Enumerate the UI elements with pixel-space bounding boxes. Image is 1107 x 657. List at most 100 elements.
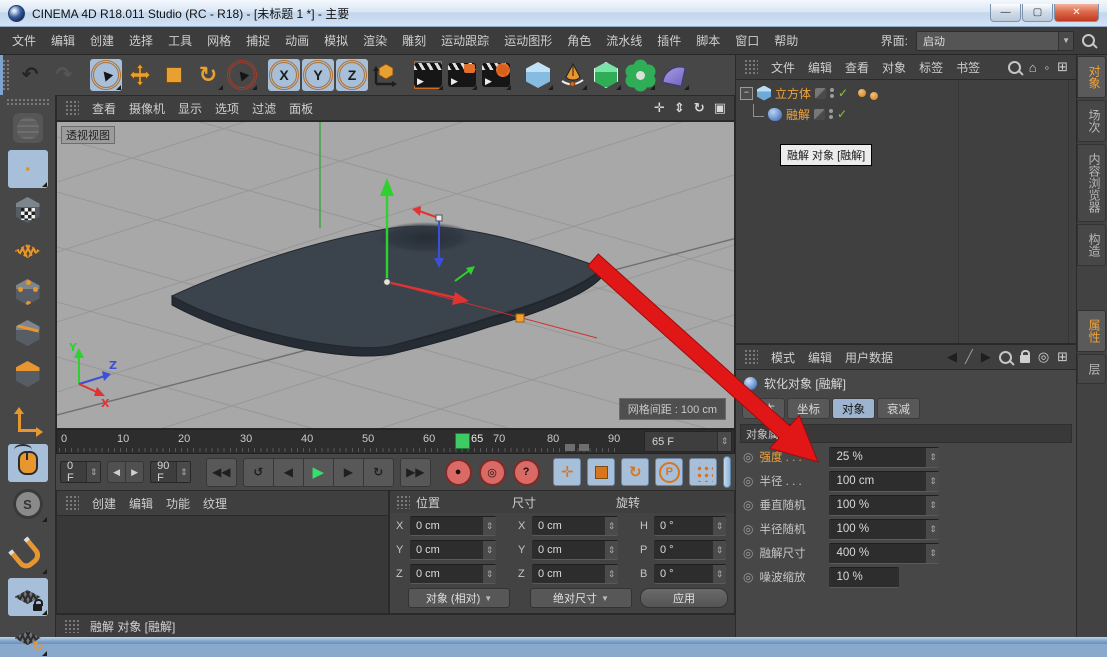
scale-tool[interactable]	[158, 59, 190, 91]
next-frame-button[interactable]: ▶	[333, 458, 363, 487]
menubar-item[interactable]: 雕刻	[402, 32, 426, 49]
enabled-check-icon[interactable]: ✓	[838, 86, 848, 100]
search-icon[interactable]	[1082, 34, 1095, 47]
attribute-menu-item[interactable]: 用户数据	[845, 349, 893, 366]
position-mode-dropdown[interactable]: 对象 (相对)	[408, 588, 510, 608]
tab-coordinates[interactable]: 坐标	[787, 398, 830, 419]
workplane-mode-button[interactable]	[8, 232, 48, 270]
attribute-grip[interactable]	[744, 349, 758, 365]
object-name[interactable]: 立方体	[775, 85, 811, 102]
interface-dropdown[interactable]: 启动	[916, 31, 1074, 51]
lock-icon[interactable]	[1020, 355, 1030, 363]
viewport-canvas[interactable]: 透视视图 网格间距 : 100 cm	[56, 121, 735, 429]
lock-workplane-button[interactable]	[8, 578, 48, 616]
history-forward-icon[interactable]	[981, 349, 991, 365]
keyframe-circle-icon[interactable]: ◎	[743, 450, 753, 464]
toolbar-grip[interactable]	[2, 59, 11, 91]
stepper-icon[interactable]	[604, 517, 618, 535]
enabled-check-icon[interactable]: ✓	[837, 107, 847, 121]
stepper-icon[interactable]	[482, 541, 496, 559]
add-panel-icon[interactable]	[1057, 349, 1068, 365]
add-panel-icon[interactable]	[1057, 59, 1068, 75]
object-row-melt[interactable]: 融解 ✓	[748, 104, 847, 124]
record-keyframe-button[interactable]: ●	[444, 459, 472, 486]
render-view-button[interactable]	[412, 59, 444, 91]
path-icon[interactable]	[1045, 60, 1050, 75]
keyframe-circle-icon[interactable]: ◎	[743, 522, 753, 536]
model-mode-button[interactable]	[8, 150, 48, 188]
tag-icon[interactable]	[870, 92, 878, 100]
palette-grip[interactable]	[6, 98, 50, 106]
tab-content-browser[interactable]: 内容浏览器	[1077, 144, 1106, 222]
menubar-item[interactable]: 动画	[285, 32, 309, 49]
visibility-dots[interactable]	[829, 109, 833, 119]
viewport-zoom-icon[interactable]: ⇕	[674, 100, 685, 116]
gizmo-center[interactable]	[384, 279, 391, 286]
menubar-item[interactable]: 网格	[207, 32, 231, 49]
menubar-item[interactable]: 编辑	[51, 32, 75, 49]
close-button[interactable]: ✕	[1054, 4, 1099, 22]
menubar-item[interactable]: 窗口	[735, 32, 759, 49]
key-scale-toggle[interactable]	[587, 458, 615, 486]
object-menu-item[interactable]: 文件	[771, 59, 795, 76]
object-menu-item[interactable]: 书签	[956, 59, 980, 76]
stepper-icon[interactable]	[176, 462, 190, 482]
last-tool-button[interactable]	[226, 59, 258, 91]
menubar-item[interactable]: 工具	[168, 32, 192, 49]
keyframe-circle-icon[interactable]: ◎	[743, 474, 753, 488]
align-workplane-button[interactable]: ↻	[8, 619, 48, 657]
viewport-solo-button[interactable]	[8, 444, 48, 482]
menubar-item[interactable]: 运动图形	[504, 32, 552, 49]
lock-z-axis-button[interactable]: Z	[336, 59, 368, 91]
tab-objects[interactable]: 对象	[1077, 56, 1106, 98]
add-primitive-cube-button[interactable]	[522, 59, 554, 91]
stepper-icon[interactable]	[925, 520, 939, 539]
viewport-grip[interactable]	[65, 100, 79, 116]
target-icon[interactable]	[1038, 349, 1049, 365]
simulation-tool-button[interactable]: S	[8, 485, 48, 523]
rotation-h-field[interactable]: 0 °	[654, 516, 726, 536]
points-mode-button[interactable]	[8, 273, 48, 311]
search-icon[interactable]	[1008, 61, 1021, 74]
redo-button[interactable]: ↷	[48, 59, 80, 91]
vertical-randomness-field[interactable]: 100 %	[829, 495, 939, 516]
stepper-icon[interactable]	[482, 517, 496, 535]
tab-takes[interactable]: 场次	[1077, 100, 1106, 142]
object-menu-item[interactable]: 编辑	[808, 59, 832, 76]
subdivision-surface-button[interactable]	[590, 59, 622, 91]
attribute-menu-item[interactable]: 编辑	[808, 349, 832, 366]
snap-button[interactable]	[8, 537, 48, 575]
deformer-button[interactable]	[658, 59, 690, 91]
menubar-item[interactable]: 角色	[567, 32, 591, 49]
tab-basic[interactable]: 基本	[742, 398, 785, 419]
stepper-icon[interactable]	[604, 565, 618, 583]
rotate-tool[interactable]: ↻	[192, 59, 224, 91]
size-mode-dropdown[interactable]: 绝对尺寸	[530, 588, 632, 608]
object-menu-item[interactable]: 标签	[919, 59, 943, 76]
selected-point[interactable]	[516, 314, 524, 322]
undo-button[interactable]: ↶	[14, 59, 46, 91]
stepper-icon[interactable]	[925, 472, 939, 491]
menubar-item[interactable]: 渲染	[363, 32, 387, 49]
stepper-icon[interactable]	[86, 462, 100, 482]
polygons-mode-button[interactable]	[8, 355, 48, 393]
end-frame-field[interactable]: 90 F	[150, 461, 191, 483]
viewport-menu-item[interactable]: 显示	[178, 100, 202, 117]
search-icon[interactable]	[999, 351, 1012, 364]
viewport-toggle-icon[interactable]: ▣	[714, 100, 726, 116]
material-menu-item[interactable]: 功能	[166, 495, 190, 512]
material-menu-item[interactable]: 创建	[92, 495, 116, 512]
visibility-dots[interactable]	[830, 88, 834, 98]
render-settings-button[interactable]	[480, 59, 512, 91]
timeline-scrollbar[interactable]	[723, 456, 731, 488]
melt-size-field[interactable]: 400 %	[829, 543, 939, 564]
viewport-menu-item[interactable]: 查看	[92, 100, 116, 117]
menubar-item[interactable]: 选择	[129, 32, 153, 49]
stepper-icon[interactable]	[712, 517, 726, 535]
rotation-b-field[interactable]: 0 °	[654, 564, 726, 584]
coordinates-grip[interactable]	[396, 495, 410, 509]
material-menu-item[interactable]: 编辑	[129, 495, 153, 512]
menubar-item[interactable]: 流水线	[606, 32, 642, 49]
material-grip[interactable]	[65, 495, 79, 511]
render-toggle-icon[interactable]	[815, 88, 826, 99]
